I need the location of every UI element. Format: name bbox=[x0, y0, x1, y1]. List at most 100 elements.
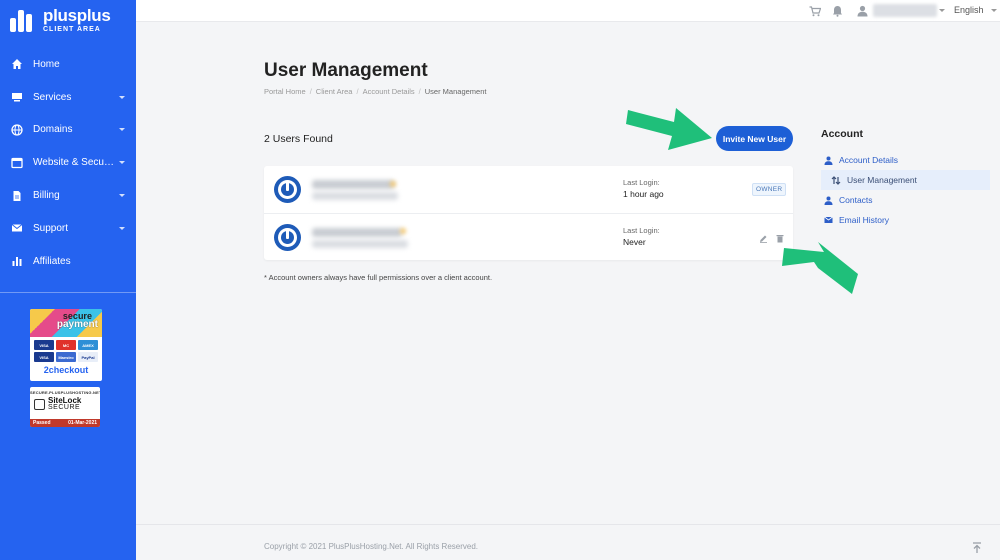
sidebar-item-domains[interactable]: Domains bbox=[0, 114, 136, 147]
breadcrumb-item[interactable]: Portal Home bbox=[264, 87, 306, 96]
redaction-mark bbox=[390, 181, 396, 187]
owner-permissions-note: * Account owners always have full permis… bbox=[264, 273, 493, 282]
sitelock-badge[interactable]: SECURE.PLUSPLUSHOSTING.NET SiteLock SECU… bbox=[30, 387, 100, 427]
avatar bbox=[274, 176, 301, 203]
badge-text: SECURE bbox=[48, 403, 81, 411]
list-item: Last Login: 1 hour ago OWNER bbox=[264, 166, 793, 213]
envelope-icon bbox=[11, 222, 23, 234]
panel-item-email-history[interactable]: Email History bbox=[821, 210, 991, 230]
last-login-label: Last Login: bbox=[623, 226, 660, 235]
bar-chart-icon bbox=[11, 255, 23, 267]
user-name-redacted[interactable] bbox=[873, 4, 937, 17]
breadcrumb: Portal Home / Client Area / Account Deta… bbox=[264, 87, 487, 96]
sidebar-item-label: Support bbox=[33, 222, 69, 234]
cart-icon[interactable] bbox=[809, 5, 821, 17]
owner-badge: OWNER bbox=[752, 183, 787, 196]
sidebar-item-home[interactable]: Home bbox=[0, 48, 136, 81]
home-icon bbox=[11, 58, 23, 70]
brand-logo[interactable]: plusplus CLIENT AREA bbox=[0, 0, 136, 40]
invite-new-user-button[interactable]: Invite New User bbox=[716, 126, 793, 151]
sidebar-item-support[interactable]: Support bbox=[0, 212, 136, 245]
chevron-down-icon bbox=[119, 226, 125, 230]
invoice-icon bbox=[11, 190, 23, 202]
user-name-redacted bbox=[312, 228, 402, 237]
user-icon bbox=[823, 195, 833, 205]
browser-icon bbox=[11, 157, 23, 169]
panel-item-label: Contacts bbox=[839, 195, 873, 205]
edit-icon[interactable] bbox=[758, 233, 768, 243]
paypal-logo: PayPal bbox=[78, 352, 98, 362]
panel-title: Account bbox=[821, 128, 863, 140]
sidebar-nav: Home Services Domains Website & Security bbox=[0, 48, 136, 278]
lock-icon bbox=[34, 398, 45, 410]
page-title: User Management bbox=[264, 60, 428, 81]
badge-text: 2checkout bbox=[43, 365, 89, 375]
sidebar-item-services[interactable]: Services bbox=[0, 81, 136, 114]
breadcrumb-item[interactable]: Account Details bbox=[363, 87, 415, 96]
badge-text: payment bbox=[56, 319, 98, 331]
panel-item-contacts[interactable]: Contacts bbox=[821, 190, 991, 210]
sidebar-item-website-security[interactable]: Website & Security bbox=[0, 146, 136, 179]
user-name-redacted bbox=[312, 180, 394, 189]
user-email-redacted bbox=[312, 192, 398, 200]
brand-subtitle: CLIENT AREA bbox=[43, 26, 101, 33]
sidebar-item-label: Services bbox=[33, 91, 72, 103]
breadcrumb-item[interactable]: Client Area bbox=[316, 87, 353, 96]
copyright-text: Copyright © 2021 PlusPlusHosting.Net. Al… bbox=[264, 542, 478, 551]
panel-item-label: Account Details bbox=[839, 155, 899, 165]
annotation-arrow-icon bbox=[626, 108, 712, 150]
chevron-down-icon bbox=[990, 8, 997, 12]
language-label: English bbox=[954, 5, 984, 15]
mastercard-logo: MC bbox=[56, 340, 76, 350]
panel-item-label: User Management bbox=[847, 175, 917, 185]
arrows-swap-icon bbox=[831, 175, 841, 185]
sidebar-item-label: Domains bbox=[33, 124, 73, 136]
last-login-value: Never bbox=[623, 237, 646, 247]
sidebar: plusplus CLIENT AREA Home Services Domai… bbox=[0, 0, 136, 560]
visa-electron-logo: VISA bbox=[34, 352, 54, 362]
sidebar-item-label: Website & Security bbox=[33, 157, 115, 169]
panel-item-account-details[interactable]: Account Details bbox=[821, 150, 991, 170]
users-list: Last Login: 1 hour ago OWNER Last Login:… bbox=[264, 166, 793, 260]
avatar bbox=[274, 224, 301, 251]
secure-payment-banner: secure payment bbox=[30, 309, 102, 337]
bell-icon[interactable] bbox=[831, 5, 843, 17]
card-logos: VISA MC AMEX VISA Maestro PayPal bbox=[30, 337, 102, 364]
secure-payment-badge[interactable]: secure payment VISA MC AMEX VISA Maestro… bbox=[30, 309, 102, 381]
badge-text: SECURE.PLUSPLUSHOSTING.NET bbox=[30, 390, 100, 395]
user-icon bbox=[823, 155, 833, 165]
sidebar-item-label: Affiliates bbox=[33, 255, 71, 267]
sidebar-item-billing[interactable]: Billing bbox=[0, 179, 136, 212]
badge-status: Passed bbox=[33, 420, 51, 426]
chevron-down-icon[interactable] bbox=[939, 9, 945, 12]
breadcrumb-current: User Management bbox=[424, 87, 487, 96]
amex-logo: AMEX bbox=[78, 340, 98, 350]
chevron-down-icon bbox=[119, 95, 125, 99]
users-count: 2 Users Found bbox=[264, 133, 333, 145]
last-login-value: 1 hour ago bbox=[623, 189, 664, 199]
globe-icon bbox=[11, 124, 23, 136]
chevron-down-icon bbox=[119, 161, 125, 165]
annotation-arrow-icon bbox=[782, 242, 858, 294]
email-icon bbox=[823, 215, 833, 225]
chevron-down-icon bbox=[119, 194, 125, 198]
language-selector[interactable]: English bbox=[954, 5, 997, 15]
chevron-down-icon bbox=[119, 128, 125, 132]
account-panel: Account Account Details User Management … bbox=[821, 128, 991, 230]
panel-item-user-management[interactable]: User Management bbox=[821, 170, 990, 190]
sidebar-divider bbox=[0, 292, 136, 293]
user-icon[interactable] bbox=[856, 5, 868, 17]
back-to-top-icon[interactable] bbox=[972, 541, 982, 553]
sidebar-item-affiliates[interactable]: Affiliates bbox=[0, 245, 136, 278]
top-bar: English bbox=[136, 0, 1000, 22]
badge-date: 01-Mar-2021 bbox=[68, 420, 97, 426]
redaction-mark bbox=[400, 228, 406, 234]
visa-logo: VISA bbox=[34, 340, 54, 350]
user-email-redacted bbox=[312, 240, 408, 248]
last-login-label: Last Login: bbox=[623, 178, 660, 187]
sidebar-item-label: Home bbox=[33, 58, 60, 70]
maestro-logo: Maestro bbox=[56, 352, 76, 362]
brand-name: plusplus bbox=[43, 6, 111, 25]
logo-icon bbox=[10, 8, 38, 32]
panel-item-label: Email History bbox=[839, 215, 890, 225]
